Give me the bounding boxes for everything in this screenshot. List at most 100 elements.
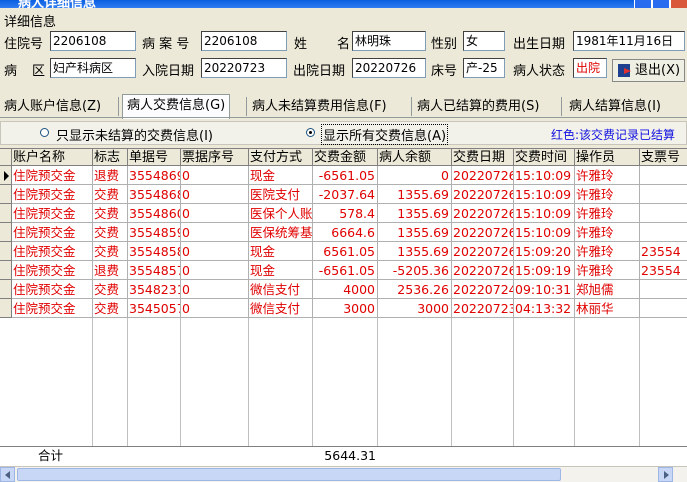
row-selector[interactable]	[0, 185, 12, 204]
table-cell[interactable]: -6561.05	[313, 166, 378, 185]
table-cell[interactable]: 3548231	[128, 280, 181, 299]
tab-settlement-info[interactable]: 病人结算信息(I)	[565, 96, 665, 117]
table-cell[interactable]: 1355.69	[378, 185, 452, 204]
table-cell[interactable]: 住院预交金	[12, 204, 93, 223]
table-cell[interactable]: 交费	[93, 185, 128, 204]
exit-button[interactable]: 退出(X)	[612, 59, 685, 82]
table-cell[interactable]: 许雅玲	[575, 223, 640, 242]
table-cell[interactable]	[640, 166, 687, 185]
table-cell[interactable]: 许雅玲	[575, 261, 640, 280]
row-selector[interactable]	[0, 261, 12, 280]
tab-settled-fees[interactable]: 病人已结算的费用(S)	[413, 96, 543, 117]
table-cell[interactable]: -6561.05	[313, 261, 378, 280]
table-cell[interactable]: 0	[378, 166, 452, 185]
table-cell[interactable]: 15:10:09	[514, 204, 575, 223]
table-cell[interactable]: 6561.05	[313, 242, 378, 261]
table-cell[interactable]: 许雅玲	[575, 166, 640, 185]
table-cell[interactable]: 住院预交金	[12, 223, 93, 242]
tab-account-info[interactable]: 病人账户信息(Z)	[0, 96, 105, 117]
table-cell[interactable]: 0	[181, 261, 249, 280]
birth-field[interactable]: 1981年11月16日	[573, 31, 685, 51]
discharge-date-field[interactable]: 20220726	[352, 58, 426, 78]
table-cell[interactable]: 15:10:09	[514, 166, 575, 185]
table-cell[interactable]: 23554	[640, 261, 687, 280]
table-cell[interactable]: 6664.6	[313, 223, 378, 242]
table-cell[interactable]: 0	[181, 280, 249, 299]
table-cell[interactable]: 0	[181, 166, 249, 185]
table-cell[interactable]: 20220726	[452, 185, 514, 204]
row-selector[interactable]	[0, 280, 12, 299]
table-cell[interactable]: 微信支付	[249, 299, 313, 318]
table-cell[interactable]: 4000	[313, 280, 378, 299]
table-cell[interactable]: 住院预交金	[12, 261, 93, 280]
table-cell[interactable]: 现金	[249, 261, 313, 280]
column-header[interactable]: 支付方式	[249, 149, 313, 166]
table-cell[interactable]: 许雅玲	[575, 242, 640, 261]
radio-unsettled-only[interactable]	[40, 128, 49, 137]
row-selector[interactable]	[0, 242, 12, 261]
table-cell[interactable]: 578.4	[313, 204, 378, 223]
table-cell[interactable]: 3554869	[128, 166, 181, 185]
table-cell[interactable]	[640, 204, 687, 223]
scroll-right-button[interactable]	[658, 467, 673, 482]
table-cell[interactable]: 3554859	[128, 223, 181, 242]
table-cell[interactable]: -5205.36	[378, 261, 452, 280]
bed-field[interactable]: 产-25	[463, 58, 505, 78]
table-cell[interactable]: 许雅玲	[575, 185, 640, 204]
minimize-button[interactable]	[634, 0, 652, 8]
column-header[interactable]: 交费日期	[452, 149, 514, 166]
table-cell[interactable]: 0	[181, 242, 249, 261]
table-cell[interactable]: 04:13:32	[514, 299, 575, 318]
table-cell[interactable]	[640, 223, 687, 242]
radio-unsettled-only-label[interactable]: 只显示未结算的交费信息(I)	[56, 125, 213, 144]
table-cell[interactable]: 15:09:19	[514, 261, 575, 280]
table-cell[interactable]: 3554868	[128, 185, 181, 204]
table-cell[interactable]: 住院预交金	[12, 242, 93, 261]
table-cell[interactable]: 住院预交金	[12, 166, 93, 185]
table-cell[interactable]: -2037.64	[313, 185, 378, 204]
table-cell[interactable]: 1355.69	[378, 242, 452, 261]
close-button[interactable]	[670, 0, 687, 8]
column-header[interactable]: 标志	[93, 149, 128, 166]
table-cell[interactable]: 09:10:31	[514, 280, 575, 299]
table-cell[interactable]: 15:09:20	[514, 242, 575, 261]
table-cell[interactable]: 3554857	[128, 261, 181, 280]
table-cell[interactable]: 20220726	[452, 166, 514, 185]
table-cell[interactable]: 2536.26	[378, 280, 452, 299]
maximize-button[interactable]	[652, 0, 670, 8]
table-cell[interactable]: 住院预交金	[12, 299, 93, 318]
table-cell[interactable]: 0	[181, 185, 249, 204]
horizontal-scrollbar[interactable]	[0, 466, 687, 482]
table-cell[interactable]: 交费	[93, 204, 128, 223]
table-cell[interactable]: 医院支付	[249, 185, 313, 204]
table-cell[interactable]: 3000	[378, 299, 452, 318]
radio-show-all-label[interactable]: 显示所有交费信息(A)	[321, 124, 449, 145]
table-cell[interactable]: 15:10:09	[514, 185, 575, 204]
table-cell[interactable]: 3554858	[128, 242, 181, 261]
table-cell[interactable]: 交费	[93, 280, 128, 299]
table-cell[interactable]: 郑旭儒	[575, 280, 640, 299]
column-header[interactable]: 操作员	[575, 149, 640, 166]
table-cell[interactable]: 20220726	[452, 242, 514, 261]
column-header[interactable]: 交费金额	[313, 149, 378, 166]
table-cell[interactable]: 0	[181, 223, 249, 242]
table-cell[interactable]	[640, 299, 687, 318]
column-header[interactable]: 交费时间	[514, 149, 575, 166]
table-cell[interactable]: 20220724	[452, 280, 514, 299]
case-no-field[interactable]: 2206108	[201, 31, 287, 51]
table-cell[interactable]: 0	[181, 204, 249, 223]
column-header[interactable]: 病人余额	[378, 149, 452, 166]
table-cell[interactable]: 林丽华	[575, 299, 640, 318]
table-cell[interactable]: 20220726	[452, 261, 514, 280]
table-cell[interactable]: 医保个人账户	[249, 204, 313, 223]
column-header[interactable]: 票据序号	[181, 149, 249, 166]
row-selector[interactable]	[0, 166, 12, 185]
status-field[interactable]: 出院	[573, 58, 607, 78]
table-cell[interactable]	[640, 280, 687, 299]
tab-unsettled-fees[interactable]: 病人未结算费用信息(F)	[248, 96, 391, 117]
table-cell[interactable]: 20220723	[452, 299, 514, 318]
table-cell[interactable]: 23554	[640, 242, 687, 261]
table-cell[interactable]	[640, 185, 687, 204]
scroll-thumb[interactable]	[17, 468, 561, 481]
table-cell[interactable]: 交费	[93, 242, 128, 261]
